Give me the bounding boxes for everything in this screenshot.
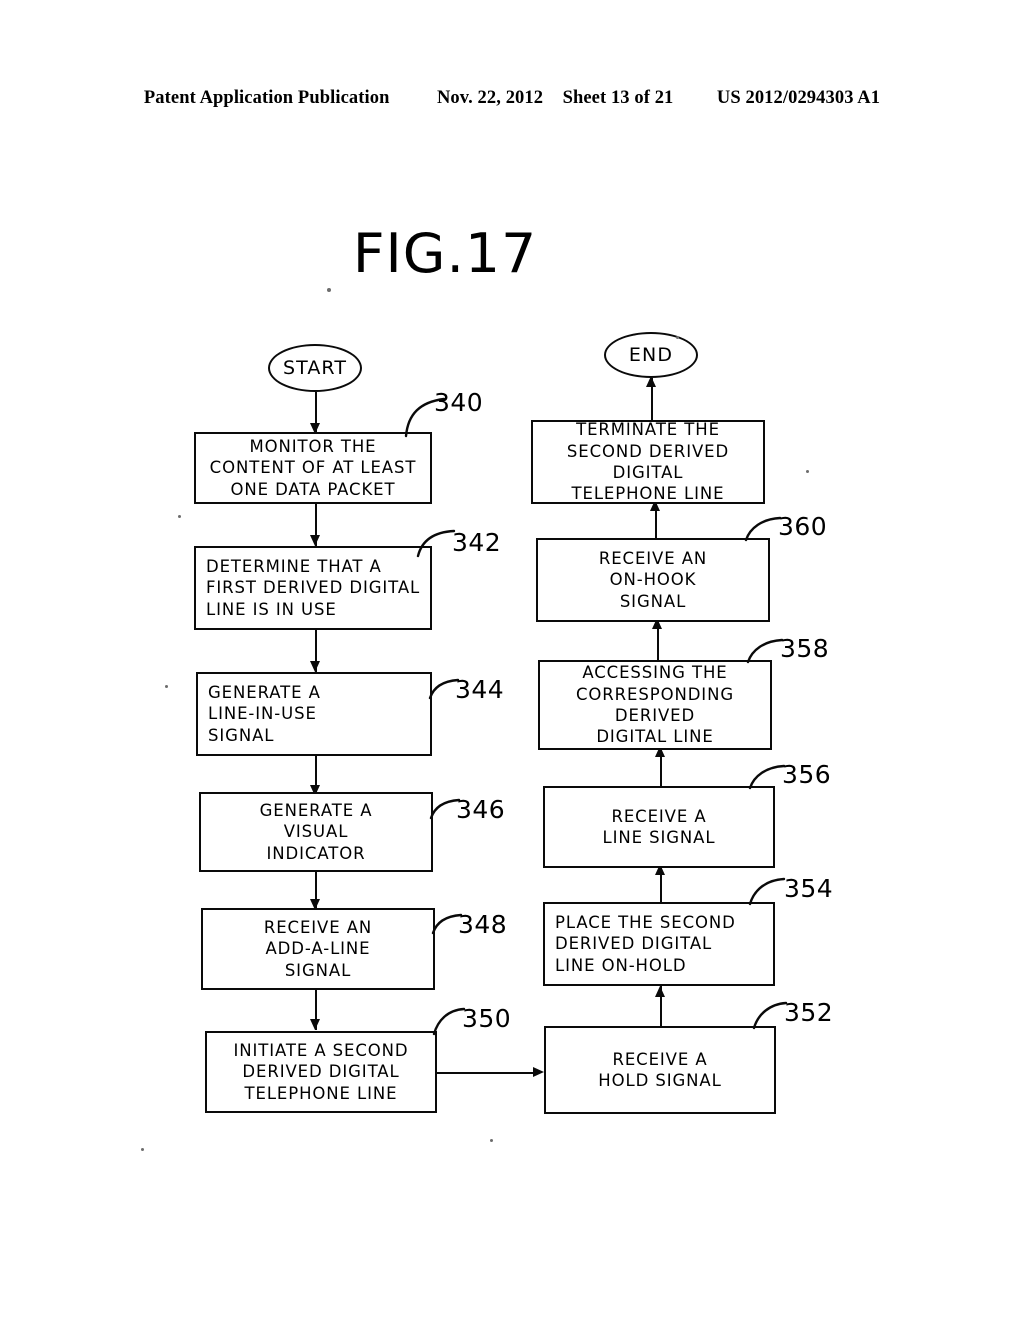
- scan-speck: [327, 288, 331, 292]
- leader-line-356: [748, 764, 786, 790]
- box-terminate-line-3: DIGITAL: [612, 463, 684, 482]
- ref-num-352: 352: [784, 998, 834, 1027]
- box-340-line-1: MONITOR THE: [249, 436, 377, 456]
- process-box-354: PLACE THE SECOND DERIVED DIGITAL LINE ON…: [543, 902, 775, 986]
- box-356-line-1: RECEIVE A: [611, 806, 707, 826]
- box-340-line-3: ONE DATA PACKET: [230, 479, 396, 499]
- leader-line-350: [432, 1007, 466, 1036]
- process-box-350: INITIATE A SECOND DERIVED DIGITAL TELEPH…: [205, 1031, 437, 1113]
- box-360-line-3: SIGNAL: [619, 591, 687, 611]
- box-358-line-1: ACCESSING THE: [582, 663, 728, 683]
- box-348-line-1: RECEIVE AN: [263, 917, 373, 937]
- leader-line-342: [416, 529, 456, 558]
- ref-num-342: 342: [452, 528, 502, 557]
- box-342-line-2: FIRST DERIVED DIGITAL: [206, 578, 421, 598]
- box-358-line-4: DIGITAL LINE: [596, 727, 714, 747]
- arrowhead-352-to-354: [655, 986, 665, 997]
- ref-num-348: 348: [458, 910, 508, 939]
- ref-num-346: 346: [456, 795, 506, 824]
- ref-num-356: 356: [782, 760, 832, 789]
- box-340-line-2: CONTENT OF AT LEAST: [209, 458, 417, 478]
- box-352-line-2: HOLD SIGNAL: [598, 1071, 722, 1090]
- figure-title: FIG.17: [352, 222, 538, 285]
- box-360-line-2: ON-HOOK: [609, 570, 697, 590]
- leader-line-354: [748, 877, 786, 906]
- process-box-346: GENERATE A VISUAL INDICATOR: [199, 792, 433, 872]
- end-terminator: END: [604, 332, 698, 378]
- box-344-line-2: LINE-IN-USE: [208, 704, 317, 724]
- header-publication-label: Patent Application Publication: [143, 88, 390, 108]
- arrowhead-342-to-344: [310, 661, 320, 672]
- arrowhead-348-to-350: [310, 1019, 320, 1030]
- box-342-line-3: LINE IS IN USE: [206, 599, 337, 619]
- process-box-356: RECEIVE A LINE SIGNAL: [543, 786, 775, 868]
- page-header: Patent Application Publication Nov. 22, …: [0, 88, 1024, 109]
- leader-line-358: [746, 638, 784, 664]
- leader-line-360: [744, 516, 782, 542]
- ref-num-344: 344: [455, 675, 505, 704]
- scan-speck: [141, 1148, 144, 1151]
- process-box-348: RECEIVE AN ADD-A-LINE SIGNAL: [201, 908, 435, 990]
- process-box-terminate: TERMINATE THE SECOND DERIVED DIGITAL TEL…: [531, 420, 765, 504]
- box-346-line-2: VISUAL: [283, 822, 349, 842]
- box-350-line-2: DERIVED DIGITAL: [242, 1062, 400, 1082]
- box-344-line-1: GENERATE A: [208, 682, 321, 702]
- scan-speck: [178, 515, 181, 518]
- connector-350-to-352: [437, 1072, 535, 1074]
- ref-num-340: 340: [434, 388, 484, 417]
- box-358-line-3: DERIVED: [614, 706, 696, 725]
- process-box-340: MONITOR THE CONTENT OF AT LEAST ONE DATA…: [194, 432, 432, 504]
- box-terminate-line-4: TELEPHONE LINE: [571, 484, 725, 504]
- start-terminator: START: [268, 344, 362, 392]
- box-352-line-1: RECEIVE A: [612, 1049, 708, 1069]
- ref-num-358: 358: [780, 634, 830, 663]
- box-terminate-line-2: SECOND DERIVED: [566, 441, 730, 461]
- process-box-358: ACCESSING THE CORRESPONDING DERIVED DIGI…: [538, 660, 772, 750]
- box-354-line-3: LINE ON-HOLD: [555, 955, 687, 975]
- leader-line-352: [752, 1001, 788, 1030]
- box-344-line-3: SIGNAL: [208, 725, 275, 745]
- process-box-344: GENERATE A LINE-IN-USE SIGNAL: [196, 672, 432, 756]
- ref-num-354: 354: [784, 874, 834, 903]
- box-348-line-3: SIGNAL: [284, 960, 352, 980]
- scan-speck: [806, 470, 809, 473]
- box-346-line-3: INDICATOR: [266, 843, 366, 863]
- box-350-line-1: INITIATE A SECOND: [233, 1040, 409, 1060]
- box-348-line-2: ADD-A-LINE: [265, 939, 371, 959]
- header-patent-number-label: US 2012/0294303 A1: [716, 88, 881, 108]
- box-354-line-2: DERIVED DIGITAL: [555, 934, 713, 954]
- box-350-line-3: TELEPHONE LINE: [244, 1083, 398, 1103]
- box-356-line-2: LINE SIGNAL: [602, 828, 716, 847]
- arrowhead-350-to-352: [533, 1067, 544, 1077]
- header-sheet-label: Sheet 13 of 21: [562, 88, 674, 108]
- process-box-352: RECEIVE A HOLD SIGNAL: [544, 1026, 776, 1114]
- end-label: END: [628, 344, 674, 366]
- header-date-label: Nov. 22, 2012: [436, 88, 544, 108]
- box-360-line-1: RECEIVE AN: [598, 548, 708, 568]
- box-358-line-2: CORRESPONDING: [575, 684, 735, 704]
- box-354-line-1: PLACE THE SECOND: [555, 912, 736, 932]
- box-342-line-1: DETERMINE THAT A: [206, 556, 382, 576]
- process-box-342: DETERMINE THAT A FIRST DERIVED DIGITAL L…: [194, 546, 432, 630]
- arrowhead-340-to-342: [310, 535, 320, 546]
- box-terminate-line-1: TERMINATE THE: [576, 420, 720, 440]
- ref-num-360: 360: [778, 512, 828, 541]
- box-346-line-1: GENERATE A: [259, 800, 373, 820]
- start-label: START: [282, 357, 348, 379]
- scan-speck: [490, 1139, 493, 1142]
- scan-speck: [676, 336, 679, 339]
- process-box-360: RECEIVE AN ON-HOOK SIGNAL: [536, 538, 770, 622]
- ref-num-350: 350: [462, 1004, 512, 1033]
- scan-speck: [165, 685, 168, 688]
